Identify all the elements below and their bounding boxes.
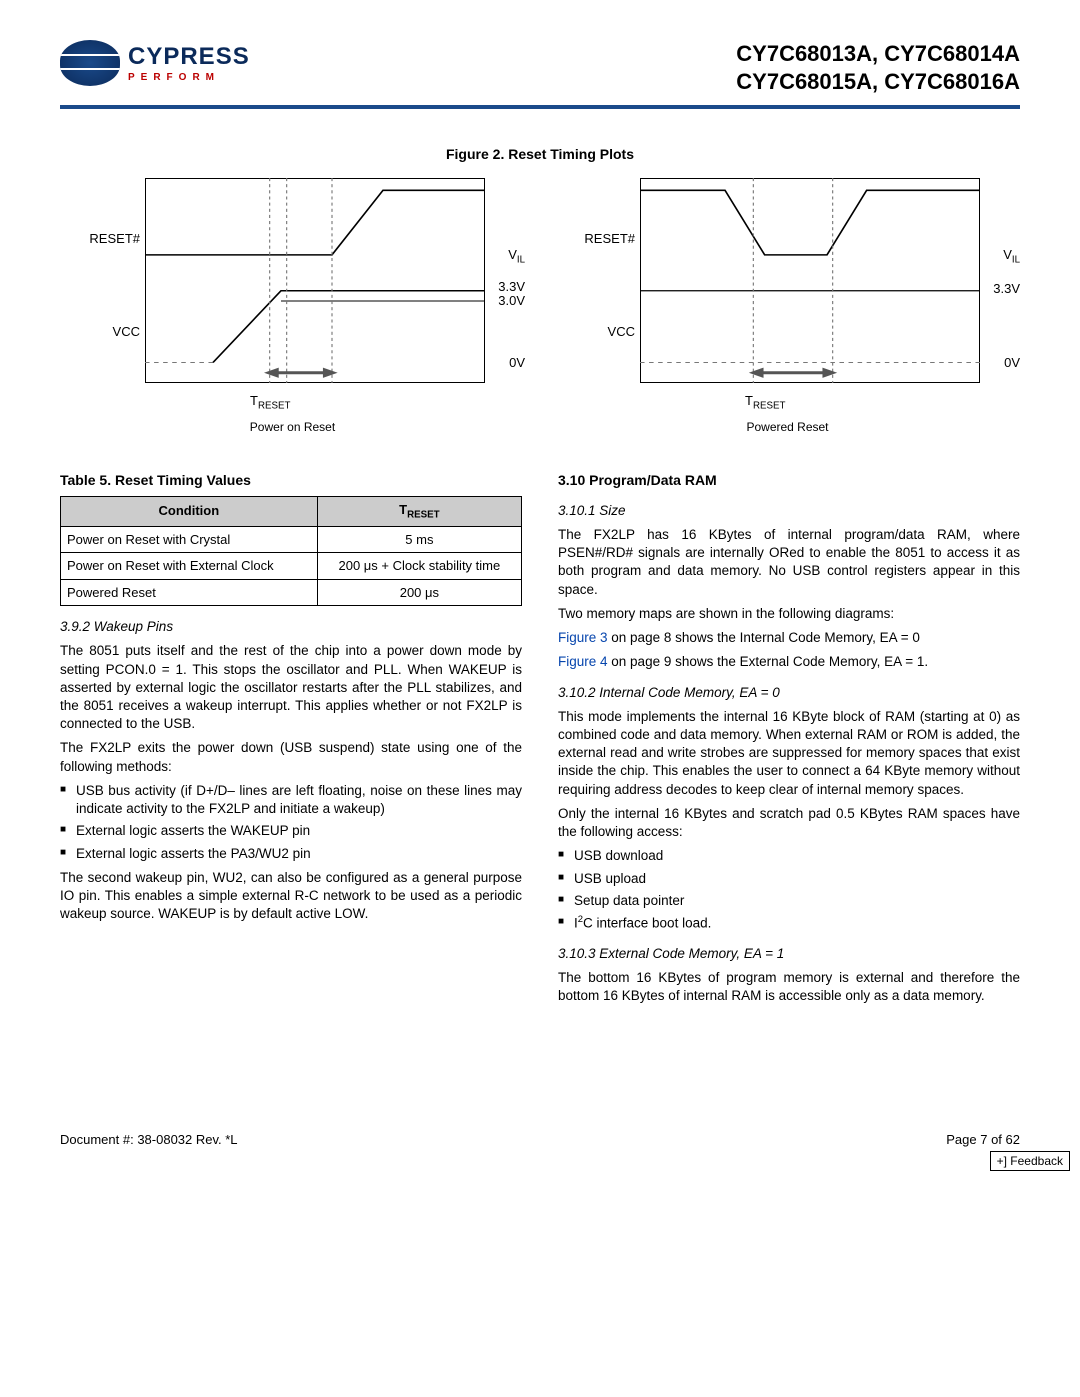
- table-row: Power on Reset with Crystal 5 ms: [61, 526, 522, 553]
- list-item: USB download: [558, 847, 1020, 865]
- brand-name: CYPRESS: [128, 41, 250, 73]
- para: The bottom 16 KBytes of program memory i…: [558, 969, 1020, 1005]
- table5-caption: Table 5. Reset Timing Values: [60, 471, 522, 490]
- plot-power-on-reset: RESET# VCC VIL 3.3V 3.0V 0V TRESET Power…: [60, 178, 525, 423]
- cell-cond: Powered Reset: [61, 579, 318, 606]
- feedback-button[interactable]: +] Feedback: [990, 1151, 1070, 1171]
- timing-plots: RESET# VCC VIL 3.3V 3.0V 0V TRESET Power…: [60, 178, 1020, 423]
- list-item: Setup data pointer: [558, 892, 1020, 910]
- list-item: External logic asserts the WAKEUP pin: [60, 822, 522, 840]
- brand-tagline: PERFORM: [128, 71, 250, 85]
- cell-val: 200 μs + Clock stability time: [317, 553, 521, 580]
- link-figure-3[interactable]: Figure 3: [558, 630, 608, 645]
- label-3-3v-r: 3.3V: [993, 280, 1020, 298]
- para: The second wakeup pin, WU2, can also be …: [60, 869, 522, 924]
- label-0v: 0V: [509, 354, 525, 372]
- para: Two memory maps are shown in the followi…: [558, 605, 1020, 623]
- label-vil-r: VIL: [1003, 247, 1020, 262]
- th-treset: TRESET: [317, 496, 521, 526]
- plot-powered-reset: RESET# VCC VIL 3.3V 0V TRESET Powered Re…: [555, 178, 1020, 423]
- content-columns: Table 5. Reset Timing Values Condition T…: [60, 461, 1020, 1011]
- label-vcc: VCC: [60, 323, 140, 341]
- para: Only the internal 16 KBytes and scratch …: [558, 805, 1020, 841]
- page-number: Page 7 of 62: [946, 1131, 1020, 1149]
- para: This mode implements the internal 16 KBy…: [558, 708, 1020, 799]
- label-reset-r: RESET#: [555, 230, 635, 248]
- table-row: Power on Reset with External Clock 200 μ…: [61, 553, 522, 580]
- label-treset: TRESET: [250, 393, 290, 408]
- access-list: USB download USB upload Setup data point…: [558, 847, 1020, 932]
- label-3-0v: 3.0V: [498, 292, 525, 310]
- label-0v-r: 0V: [1004, 354, 1020, 372]
- list-item: USB bus activity (if D+/D– lines are lef…: [60, 782, 522, 818]
- header-rule: [60, 105, 1020, 109]
- cell-cond: Power on Reset with External Clock: [61, 553, 318, 580]
- left-column: Table 5. Reset Timing Values Condition T…: [60, 461, 522, 1011]
- para: The FX2LP exits the power down (USB susp…: [60, 739, 522, 775]
- th-condition: Condition: [61, 496, 318, 526]
- cell-val: 5 ms: [317, 526, 521, 553]
- heading-3-10-3: 3.10.3 External Code Memory, EA = 1: [558, 945, 1020, 963]
- part-numbers: CY7C68013A, CY7C68014A CY7C68015A, CY7C6…: [736, 40, 1020, 95]
- cell-val: 200 μs: [317, 579, 521, 606]
- table-row: Powered Reset 200 μs: [61, 579, 522, 606]
- cypress-globe-icon: [60, 40, 120, 86]
- parts-line-1: CY7C68013A, CY7C68014A: [736, 40, 1020, 68]
- plot-left-svg: [145, 178, 485, 383]
- heading-3-10: 3.10 Program/Data RAM: [558, 471, 1020, 490]
- label-vcc-r: VCC: [555, 323, 635, 341]
- page-header: CYPRESS PERFORM CY7C68013A, CY7C68014A C…: [60, 40, 1020, 95]
- list-item: USB upload: [558, 870, 1020, 888]
- plot-left-caption: Power on Reset: [60, 419, 525, 435]
- table-reset-timing: Condition TRESET Power on Reset with Cry…: [60, 496, 522, 606]
- plot-right-svg: [640, 178, 980, 383]
- wakeup-methods-list: USB bus activity (if D+/D– lines are lef…: [60, 782, 522, 863]
- heading-3-9-2: 3.9.2 Wakeup Pins: [60, 618, 522, 636]
- heading-3-10-1: 3.10.1 Size: [558, 502, 1020, 520]
- page-footer: Document #: 38-08032 Rev. *L Page 7 of 6…: [60, 1131, 1020, 1149]
- list-item: External logic asserts the PA3/WU2 pin: [60, 845, 522, 863]
- list-item: I2C interface boot load.: [558, 914, 1020, 933]
- text: on page 9 shows the External Code Memory…: [608, 654, 929, 669]
- plot-right-caption: Powered Reset: [555, 419, 1020, 435]
- cell-cond: Power on Reset with Crystal: [61, 526, 318, 553]
- heading-3-10-2: 3.10.2 Internal Code Memory, EA = 0: [558, 684, 1020, 702]
- para: Figure 4 on page 9 shows the External Co…: [558, 653, 1020, 671]
- parts-line-2: CY7C68015A, CY7C68016A: [736, 68, 1020, 96]
- text: on page 8 shows the Internal Code Memory…: [608, 630, 920, 645]
- logo: CYPRESS PERFORM: [60, 40, 250, 86]
- para: The 8051 puts itself and the rest of the…: [60, 642, 522, 733]
- label-reset: RESET#: [60, 230, 140, 248]
- para: Figure 3 on page 8 shows the Internal Co…: [558, 629, 1020, 647]
- link-figure-4[interactable]: Figure 4: [558, 654, 608, 669]
- para: The FX2LP has 16 KBytes of internal prog…: [558, 526, 1020, 599]
- label-vil: VIL: [508, 247, 525, 262]
- figure-caption: Figure 2. Reset Timing Plots: [60, 145, 1020, 164]
- document-number: Document #: 38-08032 Rev. *L: [60, 1131, 238, 1149]
- right-column: 3.10 Program/Data RAM 3.10.1 Size The FX…: [558, 461, 1020, 1011]
- label-treset-r: TRESET: [745, 393, 785, 408]
